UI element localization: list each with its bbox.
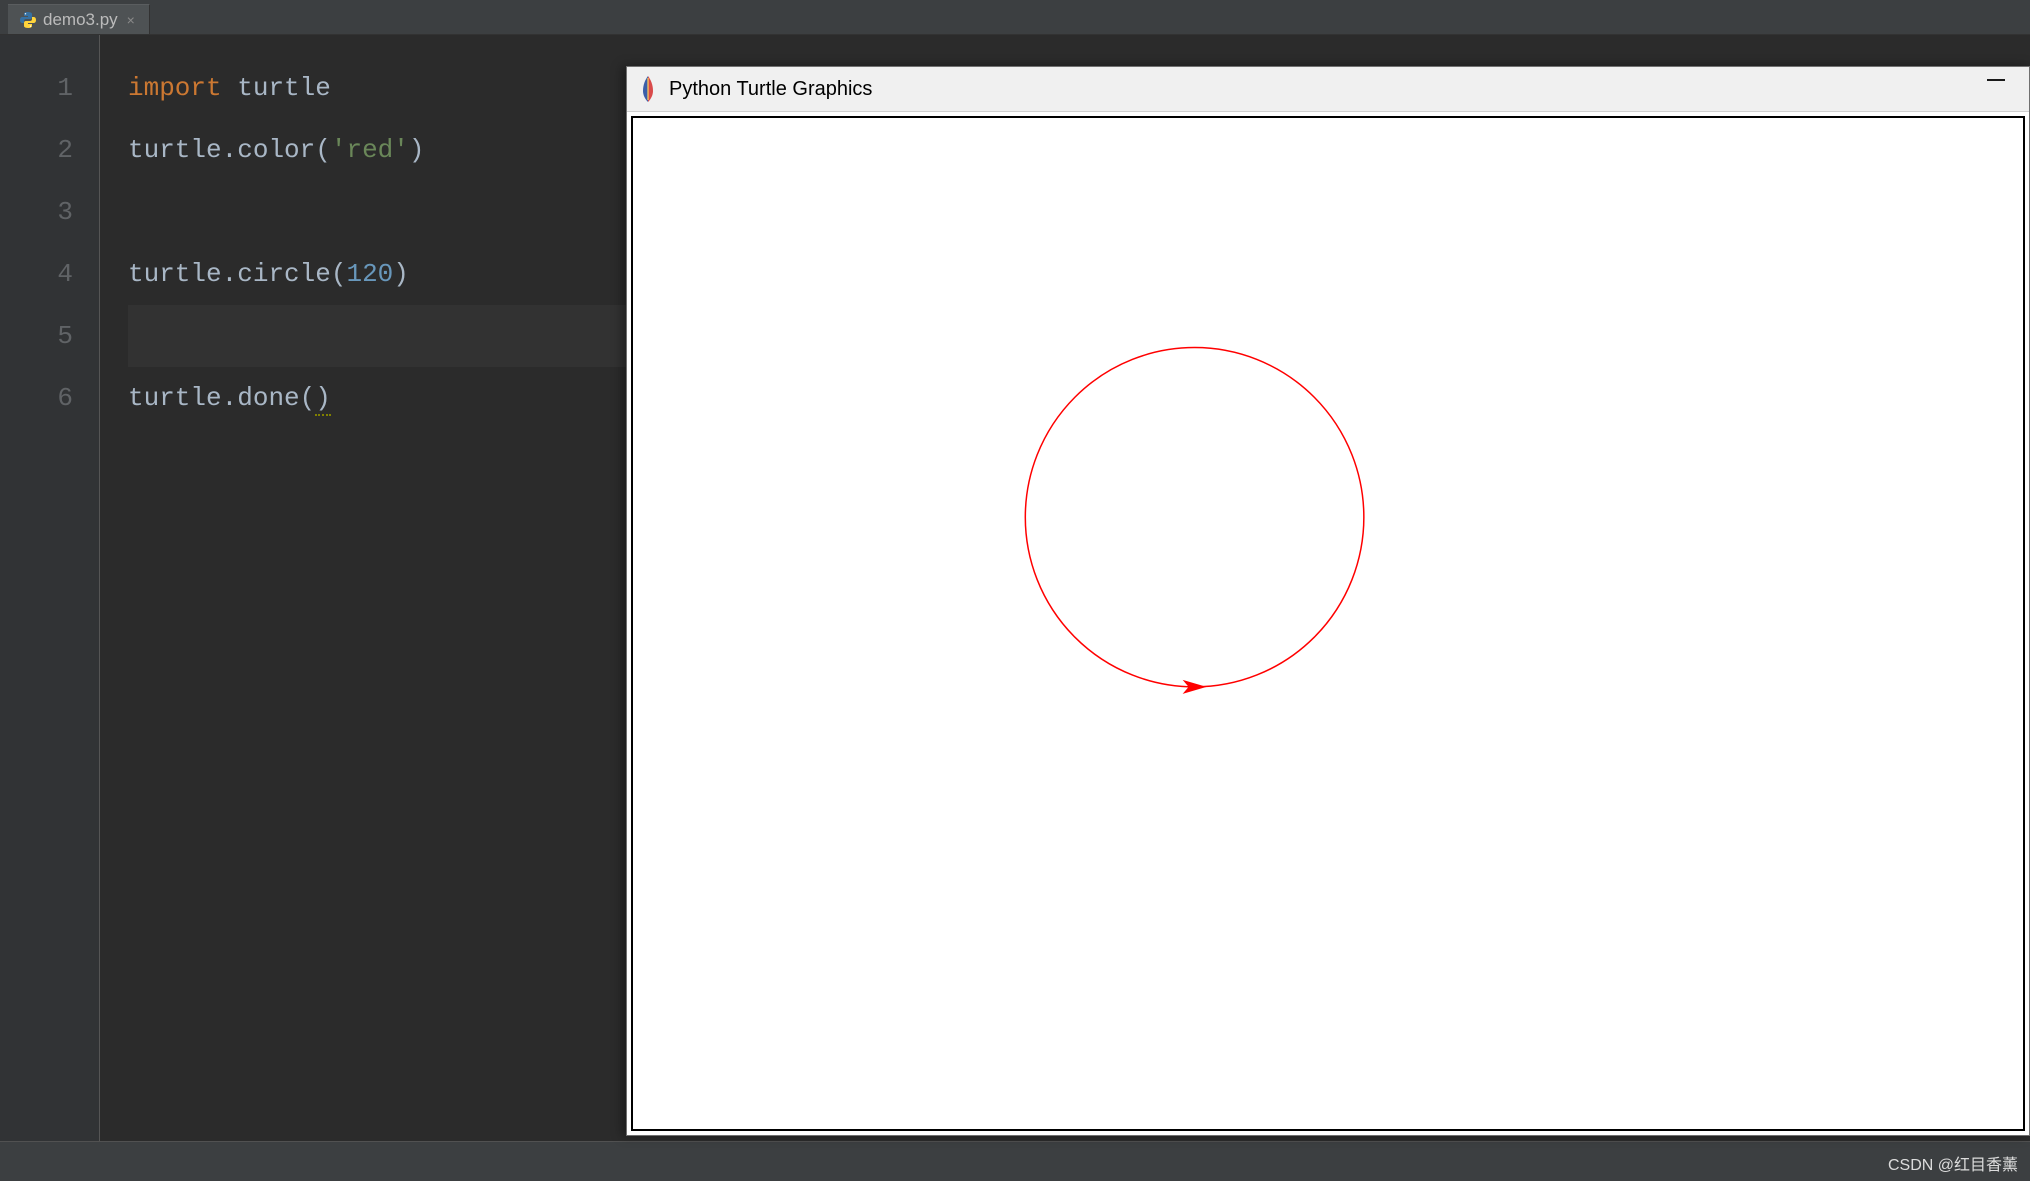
module-name: turtle xyxy=(237,73,331,103)
python-file-icon xyxy=(20,12,36,28)
watermark-text: CSDN @红目香薰 xyxy=(1888,1151,2018,1175)
object: turtle xyxy=(128,383,222,413)
close-icon[interactable]: × xyxy=(125,12,137,28)
turtle-output-window[interactable]: Python Turtle Graphics xyxy=(626,66,2030,1136)
number-literal: 120 xyxy=(346,259,393,289)
line-gutter: 1 2 3 4 5 6 xyxy=(0,35,100,1141)
tab-filename: demo3.py xyxy=(43,10,118,30)
function-call: done xyxy=(237,383,299,413)
line-number: 2 xyxy=(0,119,73,181)
function-call: color xyxy=(237,135,315,165)
line-number: 1 xyxy=(0,57,73,119)
line-number: 5 xyxy=(0,305,73,367)
tab-bar: demo3.py × xyxy=(0,0,2030,35)
keyword-import: import xyxy=(128,73,222,103)
function-call: circle xyxy=(237,259,331,289)
turtle-canvas-border xyxy=(631,116,2025,1131)
window-title: Python Turtle Graphics xyxy=(669,78,872,101)
line-number: 3 xyxy=(0,181,73,243)
status-bar xyxy=(0,1141,2030,1181)
object: turtle xyxy=(128,259,222,289)
line-number: 6 xyxy=(0,367,73,429)
line-number: 4 xyxy=(0,243,73,305)
object: turtle xyxy=(128,135,222,165)
feather-icon xyxy=(639,76,657,102)
turtle-canvas xyxy=(633,118,2023,1129)
minimize-icon[interactable] xyxy=(1987,79,2005,81)
string-literal: 'red' xyxy=(331,135,409,165)
window-titlebar[interactable]: Python Turtle Graphics xyxy=(627,67,2029,112)
drawn-circle xyxy=(1025,348,1364,687)
file-tab[interactable]: demo3.py × xyxy=(8,4,150,34)
